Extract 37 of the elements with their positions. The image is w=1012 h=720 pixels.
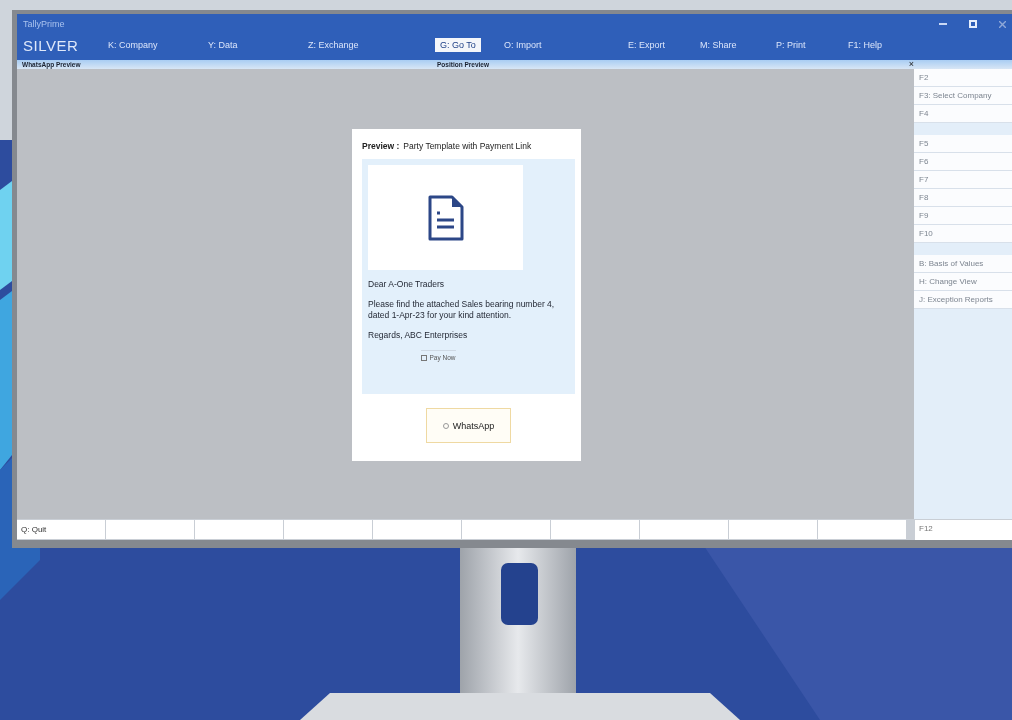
quit-button[interactable]: Q: Quit	[17, 520, 105, 539]
side-button[interactable]: F4	[914, 105, 1012, 123]
side-button[interactable]: F8	[914, 189, 1012, 207]
side-button[interactable]: B: Basis of Values	[914, 255, 1012, 273]
signature-text: Regards, ABC Enterprises	[368, 330, 469, 341]
template-name: Party Template with Payment Link	[403, 141, 532, 151]
maximize-icon[interactable]	[969, 20, 977, 28]
menu-item[interactable]: P: Print	[771, 38, 811, 52]
menu-item[interactable]: Z: Exchange	[303, 38, 364, 52]
close-icon[interactable]	[999, 20, 1006, 28]
whatsapp-button[interactable]: WhatsApp	[426, 408, 511, 443]
side-button[interactable]: F7	[914, 171, 1012, 189]
minimize-icon[interactable]	[939, 23, 947, 25]
side-button[interactable]: J: Exception Reports	[914, 291, 1012, 309]
product-name: TallyPrime	[23, 19, 65, 29]
document-icon	[427, 194, 464, 241]
menu-item[interactable]: Y: Data	[203, 38, 243, 52]
preview-label: Preview :	[362, 141, 400, 151]
menu-item[interactable]: F1: Help	[843, 38, 887, 52]
menu-item[interactable]: E: Export	[623, 38, 670, 52]
side-button[interactable]: F10	[914, 225, 1012, 243]
side-button[interactable]: F9	[914, 207, 1012, 225]
edition-label: SILVER	[23, 36, 80, 54]
menu-item[interactable]: K: Company	[103, 38, 163, 52]
circle-icon	[442, 422, 449, 429]
close-button[interactable]: ×	[908, 60, 914, 69]
menu-item[interactable]: M: Share	[695, 38, 742, 52]
message-text: Please find the attached Sales bearing number 4, dated 1-Apr-23 for your kind attention.	[368, 299, 556, 321]
side-button[interactable]: F3: Select Company	[914, 87, 1012, 105]
side-button[interactable]: F12	[915, 520, 1012, 540]
menu-item[interactable]: O: Import	[499, 38, 547, 52]
menu-item[interactable]: G: Go To	[435, 38, 481, 52]
greeting-text: Dear A-One Traders	[368, 279, 446, 290]
side-button[interactable]: H: Change View	[914, 273, 1012, 291]
side-button[interactable]: F5	[914, 135, 1012, 153]
side-button[interactable]: F6	[914, 153, 1012, 171]
side-button[interactable]: F2	[914, 69, 1012, 87]
